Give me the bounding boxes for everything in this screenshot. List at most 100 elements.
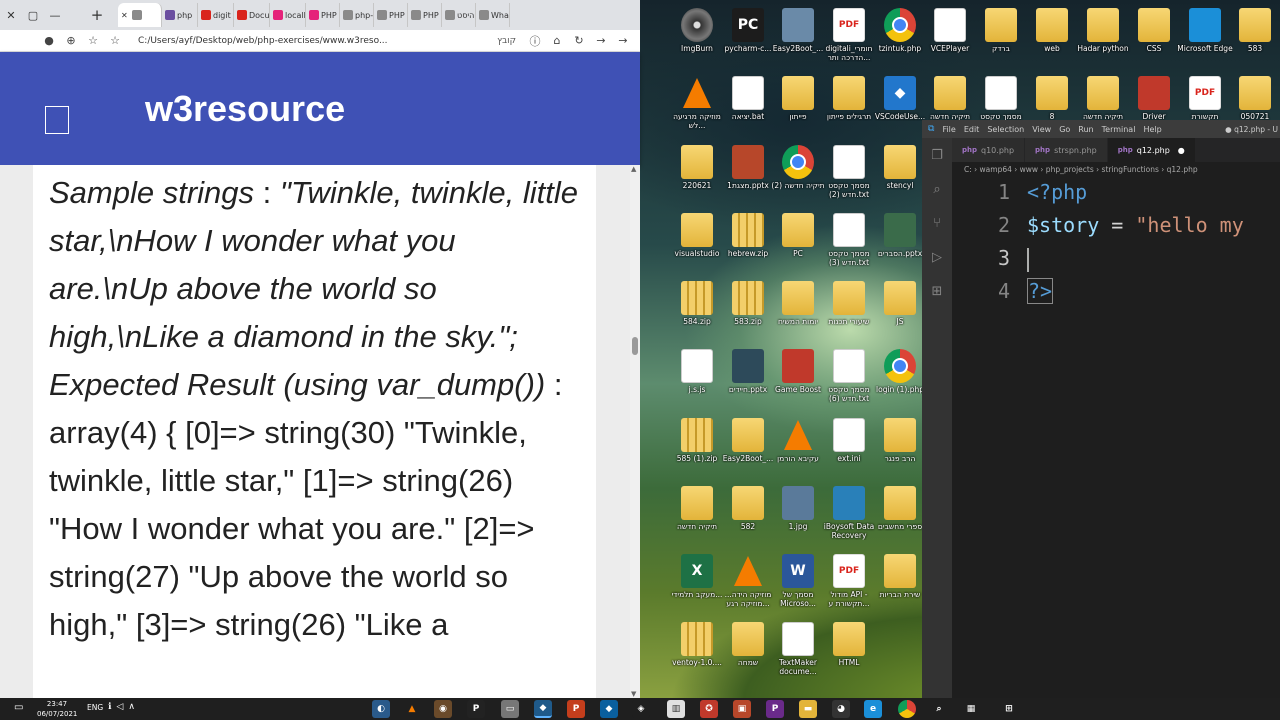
menu-item-edit[interactable]: Edit (964, 125, 980, 134)
taskbar-powerpoint-icon[interactable]: P (567, 700, 585, 718)
menu-item-file[interactable]: File (942, 125, 955, 134)
taskbar-vlc-icon[interactable]: ▲ (403, 700, 421, 718)
favorite-star-icon[interactable]: ☆ (104, 30, 126, 52)
desktop-icon[interactable]: 220621 (669, 145, 725, 190)
page-scrollbar[interactable]: ▲ ▼ (630, 165, 640, 698)
menu-item-view[interactable]: View (1032, 125, 1051, 134)
taskbar-search-icon[interactable]: ⌕ (930, 700, 948, 718)
desktop-icon[interactable]: W מסמך של Microso... (770, 554, 826, 608)
url-field[interactable]: C:/Users/ayf/Desktop/web/php-exercises/w… (132, 32, 524, 50)
collections-icon[interactable]: ⊕ (60, 30, 82, 52)
desktop-icon[interactable]: JS (872, 281, 928, 326)
desktop-icon[interactable]: hebrew.zip (720, 213, 776, 258)
scroll-up-icon[interactable]: ▲ (631, 165, 636, 173)
desktop-icon[interactable]: Easy2Boot_... (720, 418, 776, 463)
desktop-icon[interactable]: 8 (1024, 76, 1080, 121)
desktop-icon[interactable]: ventoy-1.0.... (669, 622, 725, 667)
taskbar-chrome-icon[interactable] (898, 700, 916, 718)
browser-tab[interactable]: PHP (408, 3, 442, 27)
desktop-icon[interactable]: תיקיה חדשה (922, 76, 978, 121)
desktop-icon[interactable]: 585 (1).zip (669, 418, 725, 463)
taskbar-app-icon[interactable]: ◐ (372, 700, 390, 718)
browser-tab[interactable]: digit (198, 3, 234, 27)
desktop-icon[interactable]: 582 (720, 486, 776, 531)
desktop-icon[interactable]: VCEPlayer (922, 8, 978, 53)
desktop-icon[interactable]: web (1024, 8, 1080, 53)
menu-toggle-icon[interactable] (45, 106, 69, 134)
code-editor[interactable]: 1 <?php 2 $story = "hello my 3 4 ?> (952, 176, 1280, 698)
breadcrumb[interactable]: C: › wamp64 › www › php_projects › strin… (952, 162, 1280, 176)
desktop-icon[interactable]: מסמך טקסט חדש (2).txt (821, 145, 877, 199)
desktop-icon[interactable]: login (1).php (872, 349, 928, 394)
desktop-icon[interactable]: TextMaker docume... (770, 622, 826, 676)
editor-tab-active[interactable]: php q12.php ● (1107, 138, 1196, 162)
menu-item-go[interactable]: Go (1059, 125, 1070, 134)
taskbar-app-icon[interactable]: ▥ (667, 700, 685, 718)
desktop-icon[interactable]: מסמך טקסט חדש (3).txt (821, 213, 877, 267)
browser-close-icon[interactable]: ✕ (0, 0, 22, 30)
editor-tab[interactable]: php q10.php (952, 138, 1026, 162)
source-control-icon[interactable]: ⑂ (922, 206, 952, 240)
desktop-icon[interactable]: יומות המשיח (770, 281, 826, 326)
scroll-down-icon[interactable]: ▼ (631, 690, 636, 698)
taskbar-pycharm-icon[interactable]: P (467, 700, 485, 718)
new-tab-icon[interactable]: + (86, 0, 108, 30)
taskbar-app-icon[interactable]: ✪ (700, 700, 718, 718)
desktop-icon[interactable]: מסמך טקסט חדש (6).txt (821, 349, 877, 403)
menu-item-run[interactable]: Run (1078, 125, 1093, 134)
taskbar-app-icon[interactable]: ▭ (501, 700, 519, 718)
taskbar-folder-icon[interactable]: ▬ (799, 700, 817, 718)
browser-tab[interactable]: localh (270, 3, 306, 27)
desktop-icon[interactable]: הרב פנגר (872, 418, 928, 463)
taskbar-app-icon[interactable]: P (766, 700, 784, 718)
tab-close-icon[interactable]: ✕ (121, 11, 128, 20)
desktop-icon[interactable]: PDF תקשורת (1177, 76, 1233, 121)
menu-item-selection[interactable]: Selection (987, 125, 1024, 134)
favorites-icon[interactable]: ☆ (82, 30, 104, 52)
taskbar-app-icon[interactable]: ◕ (832, 700, 850, 718)
desktop-icon[interactable]: ברדק (973, 8, 1029, 53)
home-icon[interactable]: ⌂ (546, 30, 568, 52)
desktop-icon[interactable]: מסמך טקסט (973, 76, 1029, 121)
input-language[interactable]: ENG (87, 703, 103, 712)
desktop-icon[interactable]: HTML (821, 622, 877, 667)
desktop-icon[interactable]: ◆ VSCodeUse... (872, 76, 928, 121)
desktop-icon[interactable]: 1.jpg (770, 486, 826, 531)
run-debug-icon[interactable]: ▷ (922, 240, 952, 274)
desktop-icon[interactable]: ext.ini (821, 418, 877, 463)
desktop-icon[interactable]: Driver (1126, 76, 1182, 121)
desktop-icon[interactable]: X מעקב תלמידי... (669, 554, 725, 599)
menu-item-help[interactable]: Help (1143, 125, 1161, 134)
desktop-icon[interactable]: PC (770, 213, 826, 258)
desktop-icon[interactable]: יציאה.bat (720, 76, 776, 121)
taskbar-clock[interactable]: 23:47 06/07/2021 (37, 698, 77, 720)
back-icon[interactable]: → (612, 30, 634, 52)
desktop-icon[interactable]: PDF מודול API - תקשורת ע... (821, 554, 877, 608)
explorer-icon[interactable]: ❐ (922, 138, 952, 172)
profile-icon[interactable]: ● (38, 30, 60, 52)
taskbar-edge-icon[interactable]: e (864, 700, 882, 718)
desktop-icon[interactable]: תיקיה חדשה (1075, 76, 1131, 121)
taskbar-app-icon[interactable]: ◈ (632, 700, 650, 718)
browser-maximize-icon[interactable]: ▢ (22, 0, 44, 30)
desktop-icon[interactable]: tzintuk.php (872, 8, 928, 53)
desktop-icon[interactable]: 583 (1227, 8, 1280, 53)
desktop-icon[interactable]: חיידים.pptx (720, 349, 776, 394)
browser-tab[interactable]: PHP (374, 3, 408, 27)
desktop-icon[interactable]: Microsoft Edge (1177, 8, 1233, 53)
desktop-icon[interactable]: Hadar python (1075, 8, 1131, 53)
desktop-icon[interactable]: stencyl (872, 145, 928, 190)
taskbar-task-view-icon[interactable]: ▦ (962, 700, 980, 718)
unsaved-dot-icon[interactable]: ● (1178, 146, 1185, 155)
menu-item-terminal[interactable]: Terminal (1102, 125, 1136, 134)
desktop-icon[interactable]: iBoysoft Data Recovery (821, 486, 877, 540)
editor-tab[interactable]: php strspn.php (1025, 138, 1108, 162)
system-tray-icons[interactable]: ℹ◁∧ (108, 702, 140, 712)
desktop-icon[interactable]: שירת הבריות (872, 554, 928, 599)
notification-icon[interactable]: ▭ (14, 702, 23, 713)
desktop-icon[interactable]: ImgBurn (669, 8, 725, 53)
start-icon[interactable]: ⊞ (1000, 700, 1018, 718)
desktop-icon[interactable]: 583.zip (720, 281, 776, 326)
browser-tab[interactable]: php (162, 3, 198, 27)
desktop-icon[interactable]: Easy2Boot_... (770, 8, 826, 53)
